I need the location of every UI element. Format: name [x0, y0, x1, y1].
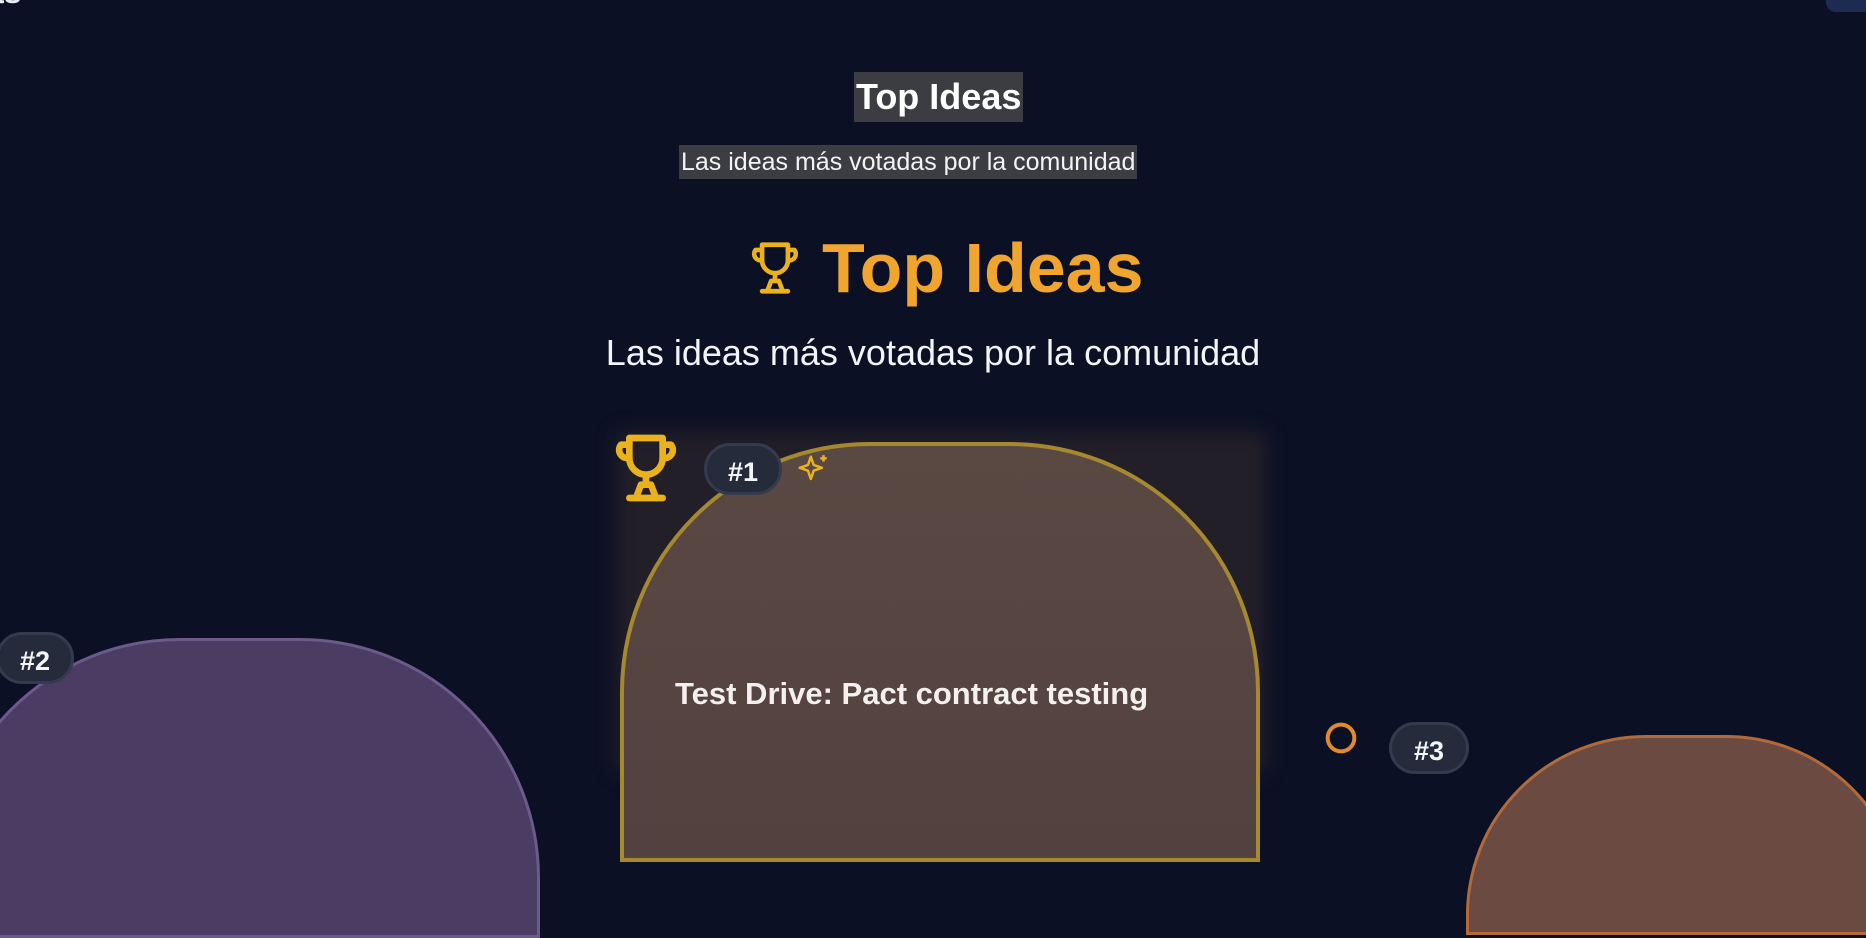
trophy-icon: [606, 428, 686, 508]
idea-card-1-title: Test Drive: Pact contract testing: [675, 676, 1149, 711]
top-ideas-heading: Top Ideas: [744, 228, 1144, 308]
trophy-icon: [744, 237, 806, 299]
idea-card-2[interactable]: [0, 638, 540, 938]
rank-badge-3: #3: [1389, 722, 1469, 774]
idea-card-1[interactable]: [620, 442, 1260, 862]
page-title: Top Ideas: [822, 229, 1144, 307]
top-heading-fragment: as: [0, 0, 22, 11]
rank-badge-1: #1: [704, 443, 782, 495]
sparkles-icon: [795, 452, 833, 490]
top-right-button-fragment[interactable]: [1826, 0, 1866, 12]
section-title-highlighted: Top Ideas: [854, 72, 1024, 122]
rank-badge-2: #2: [0, 632, 74, 684]
medal-icon: [1321, 718, 1361, 758]
page-subtitle: Las ideas más votadas por la comunidad: [605, 332, 1261, 373]
idea-card-3[interactable]: [1466, 735, 1866, 935]
section-subtitle-highlighted: Las ideas más votadas por la comunidad: [679, 145, 1138, 179]
